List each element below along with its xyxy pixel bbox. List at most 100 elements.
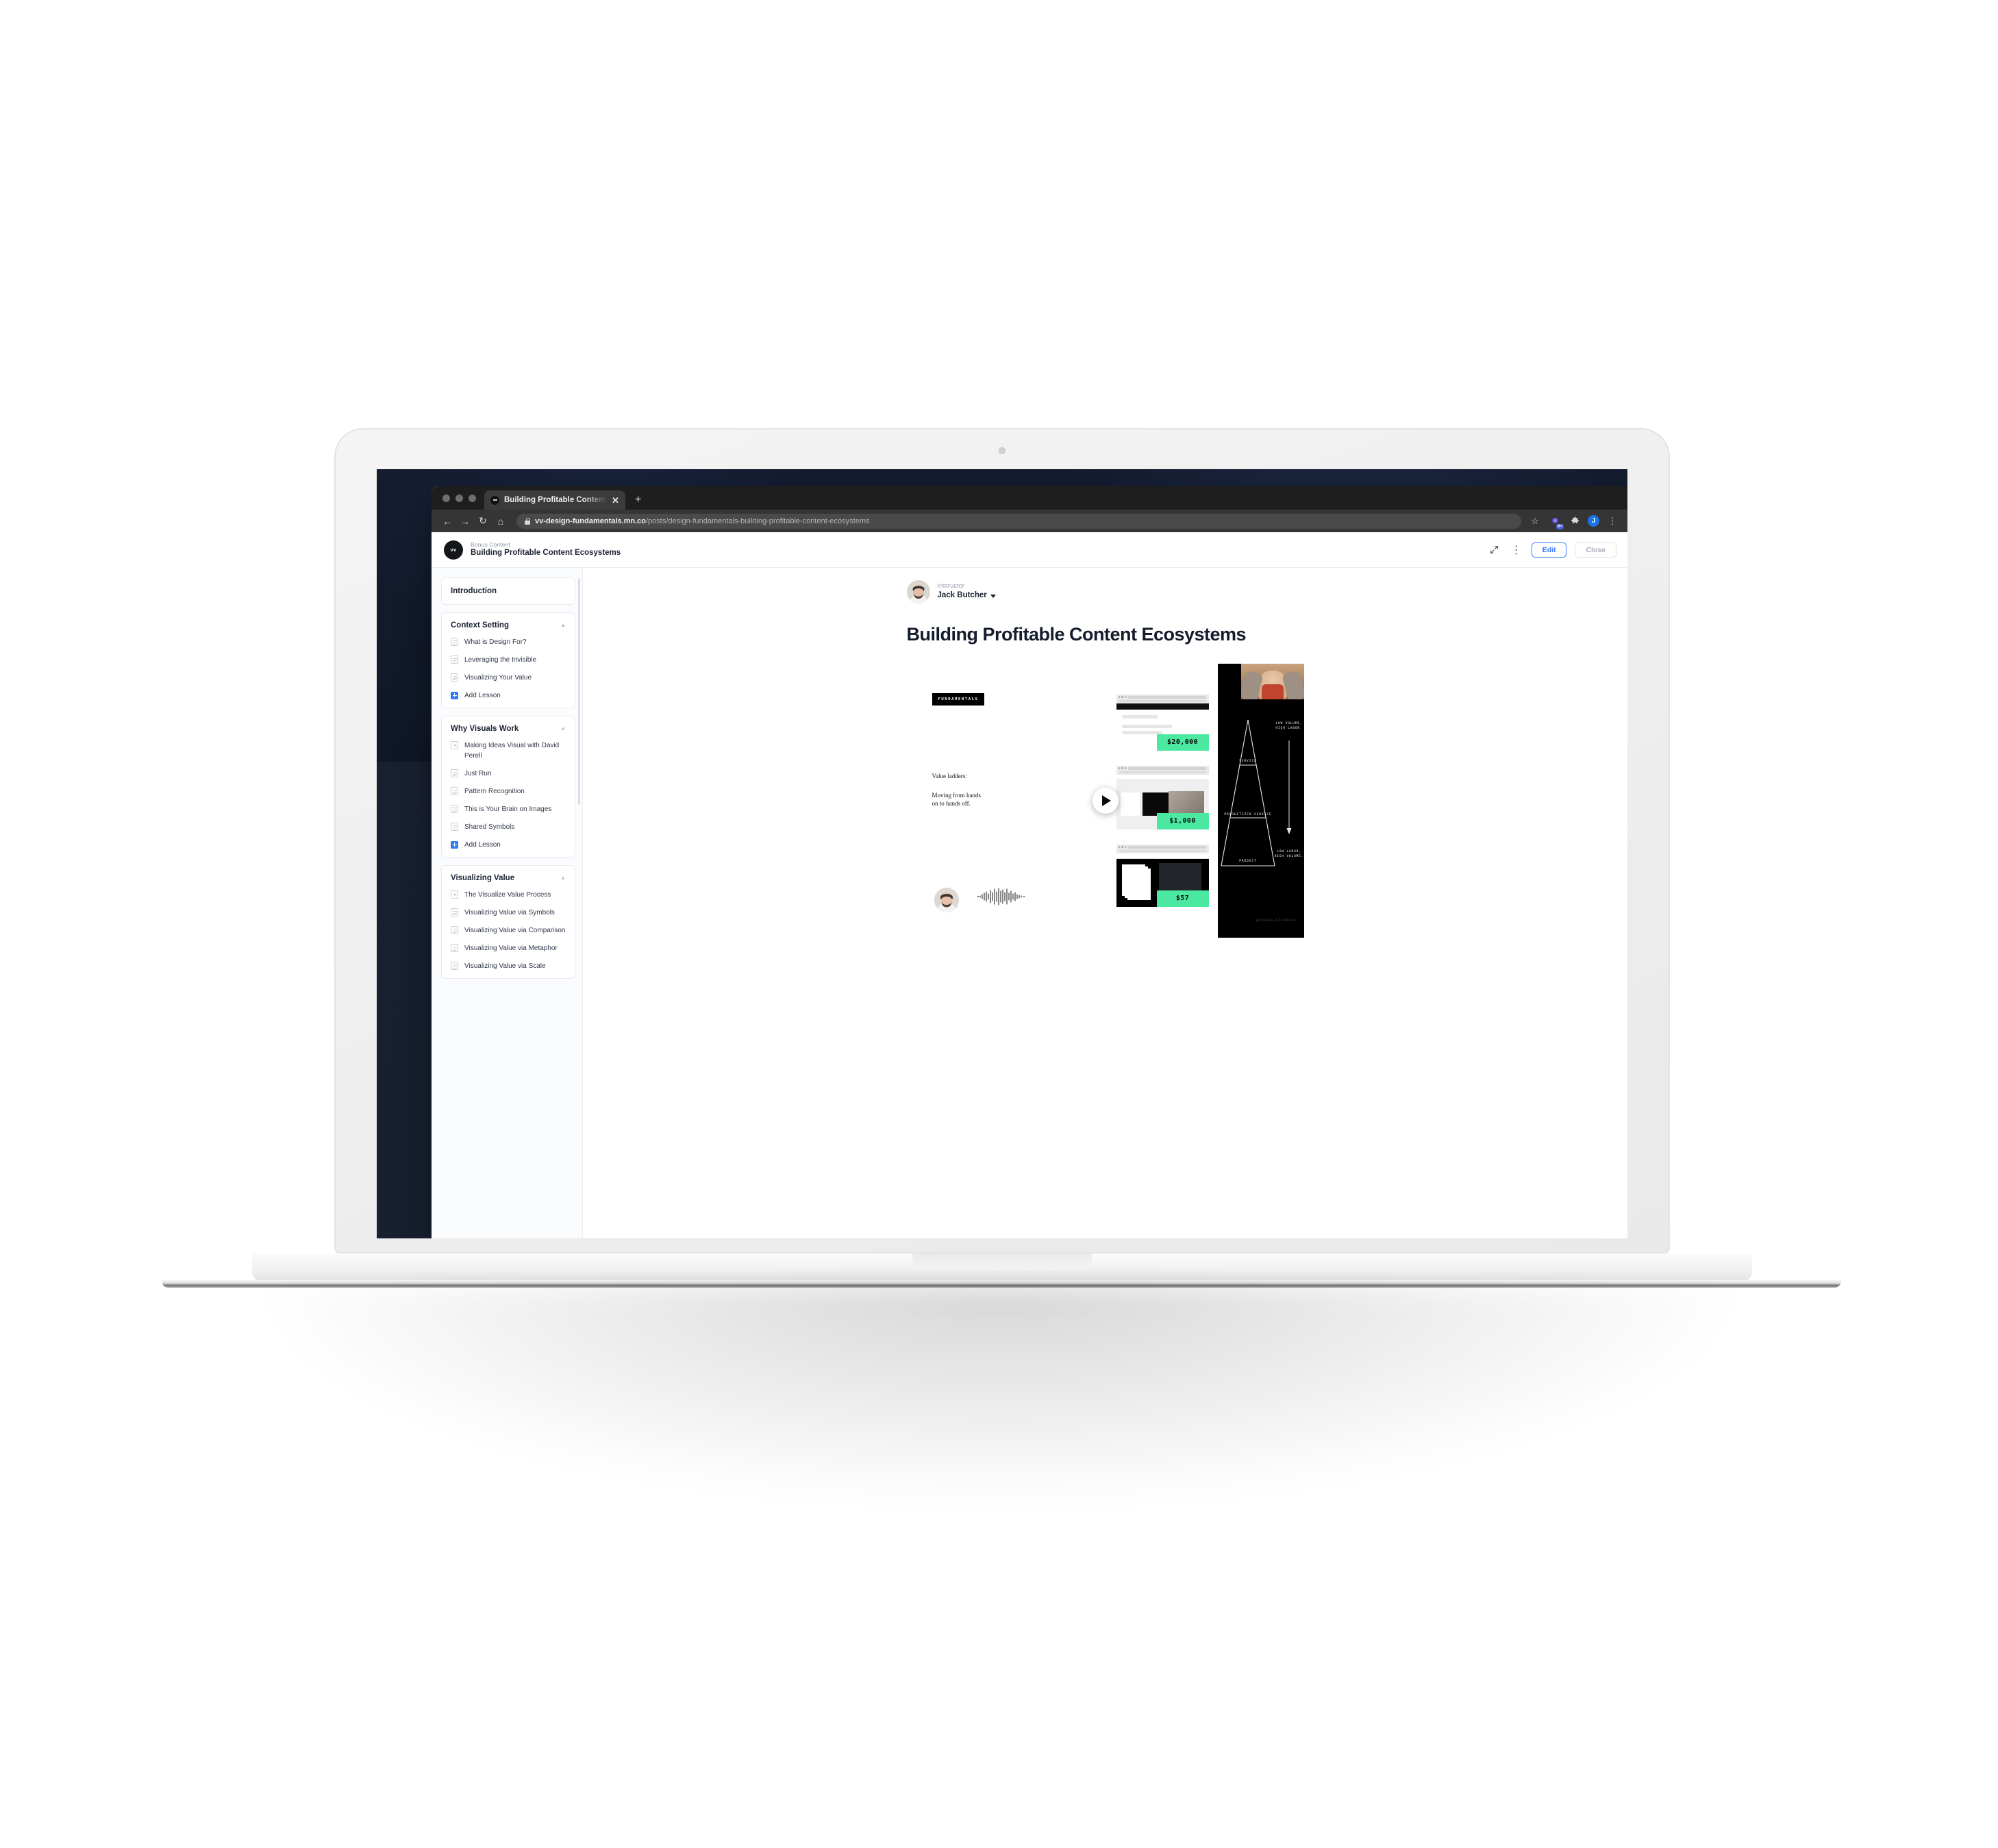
- sidebar-scrollbar[interactable]: [578, 579, 580, 805]
- sidebar-section-title: Visualizing Value: [451, 874, 515, 882]
- browser-menu-icon[interactable]: ⋮: [1606, 514, 1619, 528]
- video-slide-left: FUNDAMENTALS Value ladders: Moving from …: [906, 663, 1218, 938]
- document-icon: [451, 769, 458, 777]
- instructor-block[interactable]: Instructor Jack Butcher: [906, 580, 1304, 603]
- laptop-base-notch: [912, 1253, 1092, 1270]
- chevron-up-icon[interactable]: ▲: [560, 726, 566, 732]
- tab-close-icon[interactable]: ✕: [612, 496, 619, 505]
- pyramid-tier-service: SERVICE: [1239, 759, 1257, 763]
- window-controls[interactable]: [440, 486, 484, 510]
- profile-avatar[interactable]: J: [1588, 515, 1599, 527]
- pyramid-bottom-label-1: LOW LABOR,: [1277, 849, 1301, 853]
- sidebar-section-header[interactable]: Visualizing Value ▲: [451, 874, 566, 882]
- extension-icon[interactable]: 9+: [1548, 514, 1564, 529]
- close-button[interactable]: Close: [1575, 542, 1616, 558]
- sidebar-section-title: Why Visuals Work: [451, 725, 519, 733]
- sidebar-item-via-symbols[interactable]: Visualizing Value via Symbols: [451, 908, 566, 918]
- webcam-figure: [1240, 664, 1304, 699]
- sidebar-item-shared-symbols[interactable]: Shared Symbols: [451, 822, 566, 832]
- browser-toolbar: ← → ↻ ⌂ vv-design-fundamentals.mn.co/pos…: [432, 510, 1627, 532]
- page-title: Building Profitable Content Ecosystems: [471, 549, 621, 558]
- sidebar-item-visualizing-your-value[interactable]: Visualizing Your Value: [451, 673, 566, 683]
- main-content: Instructor Jack Butcher Building Profita…: [582, 568, 1627, 1238]
- webcam-dot-icon: [999, 447, 1006, 454]
- card-body: $57: [1116, 858, 1209, 907]
- header-text-block: Bonus Content Building Profitable Conten…: [471, 541, 621, 559]
- price-label: $1,000: [1156, 812, 1209, 829]
- arrow-head-icon: [1286, 827, 1291, 834]
- post-container: Instructor Jack Butcher Building Profita…: [906, 580, 1304, 938]
- tab-title: Building Profitable Content Eco: [504, 496, 607, 504]
- sidebar-item-making-ideas-visual[interactable]: Making Ideas Visual with David Perell: [451, 740, 566, 761]
- sidebar-section-header[interactable]: Introduction: [451, 587, 566, 595]
- sidebar-item-leveraging-the-invisible[interactable]: Leveraging the Invisible: [451, 655, 566, 665]
- forward-icon[interactable]: →: [456, 512, 474, 530]
- avatar: [906, 580, 930, 603]
- audio-waveform-icon: [977, 888, 1025, 906]
- new-tab-icon[interactable]: +: [635, 494, 641, 506]
- back-icon[interactable]: ←: [438, 512, 456, 530]
- sidebar-section-header[interactable]: Why Visuals Work ▲: [451, 725, 566, 733]
- sidebar-item-what-is-design-for[interactable]: What is Design For?: [451, 637, 566, 647]
- chevron-up-icon[interactable]: ▲: [560, 623, 566, 628]
- sidebar-item-visualize-value-process[interactable]: The Visualize Value Process: [451, 890, 566, 900]
- sidebar-item-pattern-recognition[interactable]: Pattern Recognition: [451, 786, 566, 797]
- breadcrumb: Bonus Content: [471, 540, 511, 548]
- fundamentals-tag: FUNDAMENTALS: [932, 692, 985, 706]
- video-player[interactable]: FUNDAMENTALS Value ladders: Moving from …: [906, 663, 1304, 938]
- document-icon: [451, 655, 458, 664]
- document-icon: [451, 673, 458, 682]
- sidebar-section-header[interactable]: Context Setting ▲: [451, 621, 566, 629]
- sidebar-item-brain-on-images[interactable]: This is Your Brain on Images: [451, 804, 566, 814]
- sidebar-item-label: What is Design For?: [464, 638, 527, 646]
- chevron-down-icon[interactable]: [990, 594, 996, 598]
- text-line-mock: [1121, 714, 1158, 719]
- pyramid-top-label-1: LOW VOLUME,: [1275, 721, 1302, 725]
- instructor-name: Jack Butcher: [937, 591, 987, 600]
- brand-logo[interactable]: vv: [444, 540, 463, 560]
- edit-button[interactable]: Edit: [1531, 542, 1567, 558]
- bookmark-star-icon[interactable]: ☆: [1528, 514, 1542, 528]
- sidebar-item-via-comparison[interactable]: Visualizing Value via Comparison: [451, 925, 566, 936]
- sidebar-section-context-setting: Context Setting ▲ What is Design For? Le…: [441, 612, 575, 708]
- puzzle-icon[interactable]: [1568, 514, 1582, 528]
- sidebar-add-lesson[interactable]: Add Lesson: [451, 690, 566, 701]
- document-icon: [451, 787, 458, 795]
- sidebar-section-why-visuals-work: Why Visuals Work ▲ Making Ideas Visual w…: [441, 716, 575, 858]
- play-button[interactable]: [1092, 787, 1119, 814]
- sidebar-item-label: Visualizing Value via Symbols: [464, 909, 555, 916]
- sidebar-item-label: Visualizing Value via Metaphor: [464, 945, 558, 952]
- sidebar-item-label: The Visualize Value Process: [464, 891, 551, 899]
- app-screenshot-mock: [1158, 862, 1201, 890]
- document-icon: [451, 962, 458, 970]
- sidebar-item-via-metaphor[interactable]: Visualizing Value via Metaphor: [451, 943, 566, 953]
- laptop-drop-shadow: [226, 1288, 1774, 1514]
- reload-icon[interactable]: ↻: [474, 512, 492, 530]
- sidebar-item-just-run[interactable]: Just Run: [451, 769, 566, 779]
- sidebar-add-lesson[interactable]: Add Lesson: [451, 840, 566, 850]
- maximize-window-icon[interactable]: [469, 494, 476, 502]
- home-icon[interactable]: ⌂: [492, 512, 510, 530]
- more-options-icon[interactable]: ⋮: [1510, 543, 1523, 557]
- browser-tab[interactable]: Building Profitable Content Eco ✕: [484, 490, 625, 510]
- site-header-mock: [1116, 853, 1209, 859]
- laptop-base-edge: [162, 1280, 1841, 1288]
- urlbar-mock: [1119, 771, 1206, 773]
- address-bar[interactable]: vv-design-fundamentals.mn.co/posts/desig…: [516, 513, 1521, 529]
- sidebar-item-label: Leveraging the Invisible: [464, 656, 537, 664]
- price-card-3: $57: [1116, 844, 1209, 907]
- collapse-icon[interactable]: [1488, 543, 1501, 557]
- plus-icon: [451, 840, 458, 849]
- toolbar-icons: ☆ 9+ J ⋮: [1528, 514, 1621, 529]
- chevron-up-icon[interactable]: ▲: [560, 875, 566, 881]
- sidebar-item-label: Just Run: [464, 770, 492, 777]
- instructor-name-row[interactable]: Jack Butcher: [938, 590, 996, 601]
- nav-strip-mock: [1116, 703, 1209, 710]
- sidebar-item-via-scale[interactable]: Visualizing Value via Scale: [451, 961, 566, 971]
- minimize-window-icon[interactable]: [455, 494, 463, 502]
- pyramid-tier-productized: PRODUCTIZED SERVICE: [1224, 812, 1271, 816]
- tabs-mock: [1127, 766, 1206, 770]
- price-label: $20,000: [1156, 734, 1209, 751]
- close-window-icon[interactable]: [442, 494, 450, 502]
- sidebar-section-introduction[interactable]: Introduction: [441, 577, 575, 605]
